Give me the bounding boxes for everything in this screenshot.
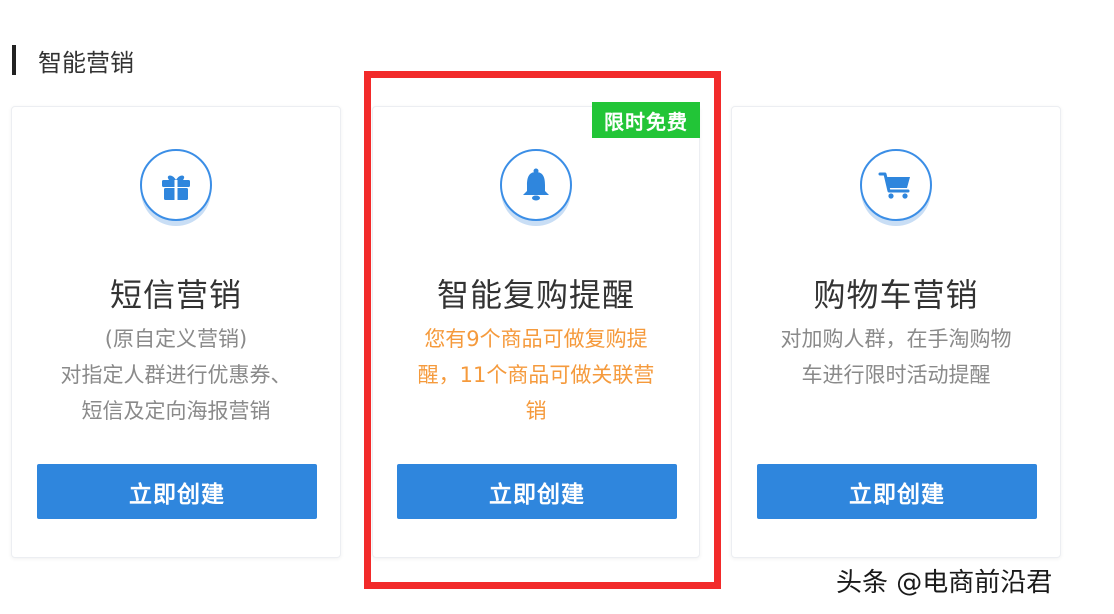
section-accent-bar: [12, 45, 16, 75]
create-repurchase-reminder-button[interactable]: 立即创建: [397, 464, 677, 519]
section-header: 智能营销: [12, 44, 134, 77]
card-title: 购物车营销: [813, 276, 979, 314]
shopping-cart-icon: [860, 149, 932, 221]
description-line: 对指定人群进行优惠券、: [60, 363, 292, 387]
description-line: 您有9个商品可做复购提: [424, 327, 648, 351]
create-sms-marketing-button[interactable]: 立即创建: [37, 464, 317, 519]
description-line: 短信及定向海报营销: [81, 399, 271, 423]
card-title: 短信营销: [109, 276, 242, 314]
description-line: (原自定义营销): [104, 327, 248, 351]
section-title: 智能营销: [38, 48, 134, 77]
card-sms-marketing: 短信营销 (原自定义营销) 对指定人群进行优惠券、 短信及定向海报营销 立即创建: [11, 106, 341, 558]
description-line: 销: [525, 399, 547, 423]
card-cart-marketing: 购物车营销 对加购人群，在手淘购物 车进行限时活动提醒 立即创建: [731, 106, 1061, 558]
create-cart-marketing-button[interactable]: 立即创建: [757, 464, 1037, 519]
watermark: 头条 @电商前沿君: [836, 567, 1053, 598]
description-line: 醒，11个商品可做关联营: [417, 363, 655, 387]
bell-icon: [500, 149, 572, 221]
card-title: 智能复购提醒: [436, 276, 635, 314]
card-alert-description: 您有9个商品可做复购提 醒，11个商品可做关联营 销: [401, 321, 671, 429]
card-smart-repurchase-reminder: 智能复购提醒 您有9个商品可做复购提 醒，11个商品可做关联营 销 立即创建: [372, 106, 700, 558]
description-line: 车进行限时活动提醒: [801, 363, 991, 387]
description-line: 对加购人群，在手淘购物: [780, 327, 1012, 351]
gift-icon: [140, 149, 212, 221]
card-description: (原自定义营销) 对指定人群进行优惠券、 短信及定向海报营销: [42, 321, 310, 429]
limited-free-badge: 限时免费: [592, 102, 700, 138]
card-description: 对加购人群，在手淘购物 车进行限时活动提醒: [762, 321, 1030, 393]
